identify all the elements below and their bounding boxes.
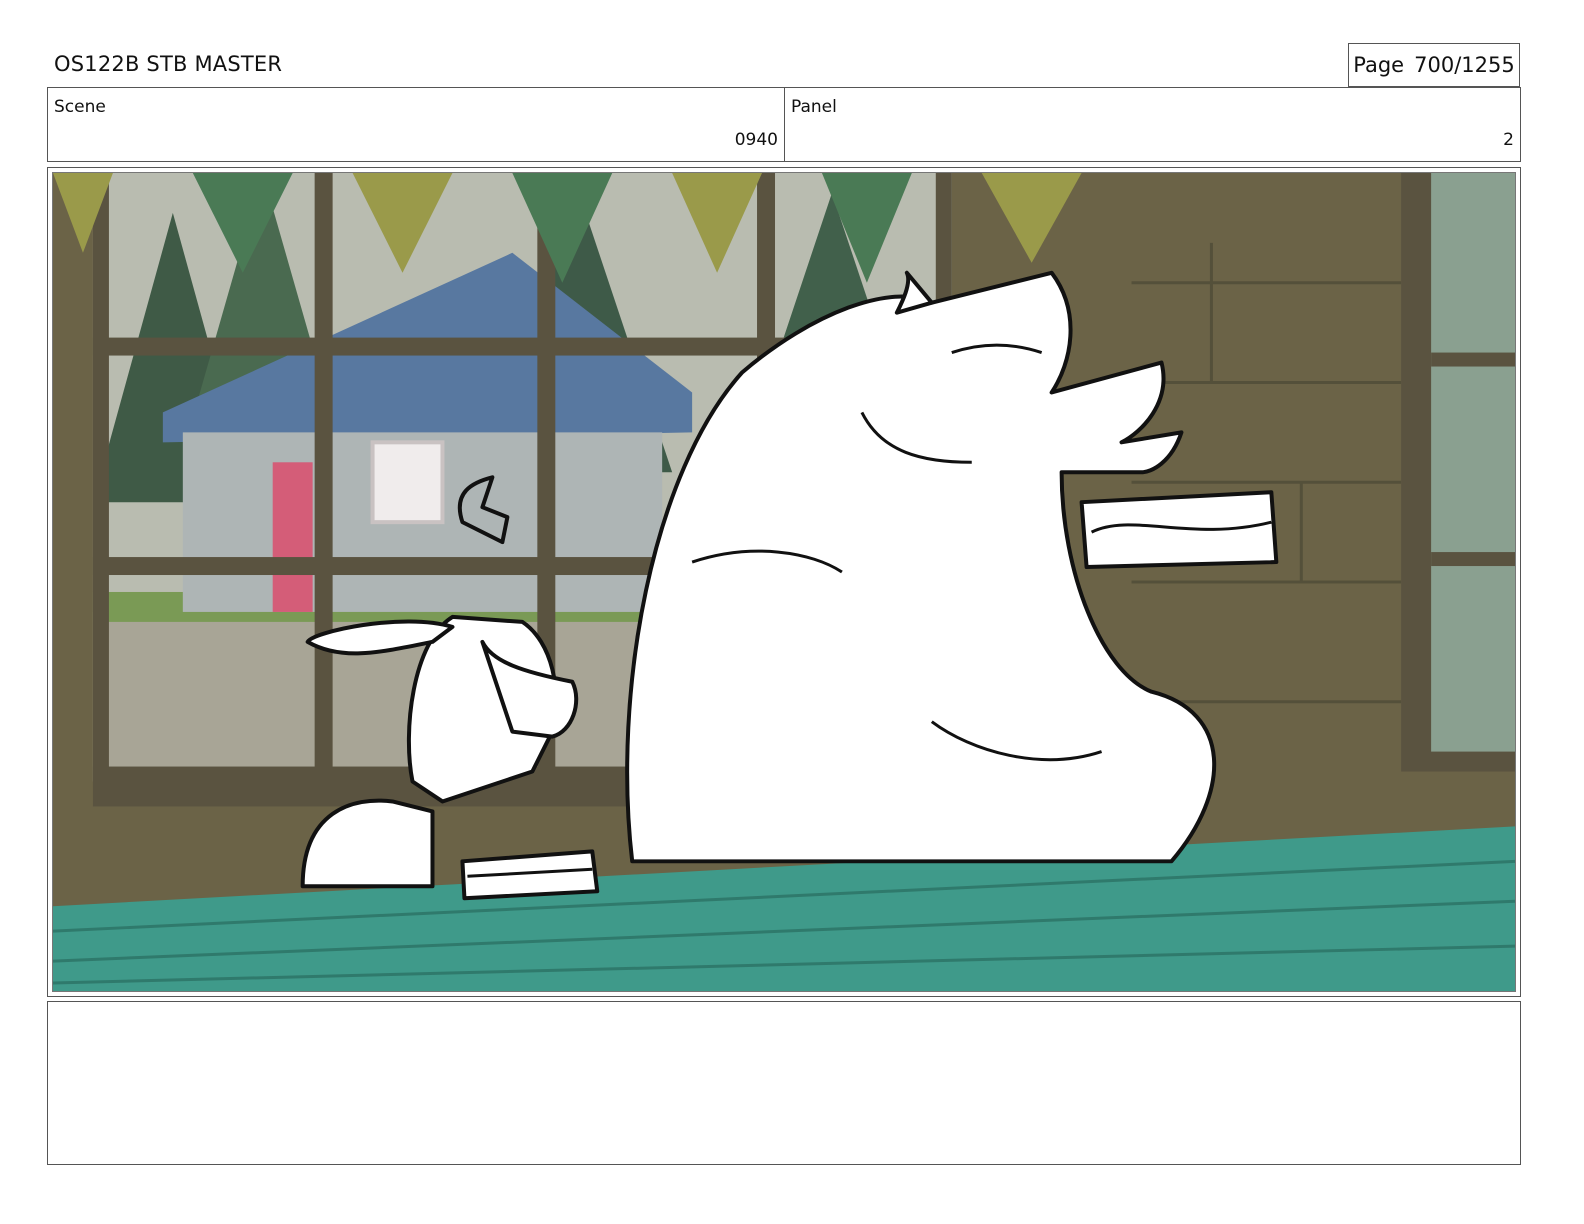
scene-panel-row: Scene 0940 Panel 2 xyxy=(47,87,1521,162)
document-title: OS122B STB MASTER xyxy=(54,52,283,76)
storyboard-image xyxy=(52,172,1516,992)
storyboard-frame xyxy=(47,167,1521,997)
page-label: Page xyxy=(1353,53,1405,77)
scene-cell: Scene 0940 xyxy=(48,88,785,161)
scene-value: 0940 xyxy=(734,130,778,150)
panel-cell: Panel 2 xyxy=(785,88,1520,161)
page-number: 700/1255 xyxy=(1414,53,1515,77)
scene-label: Scene xyxy=(54,97,106,117)
panel-value: 2 xyxy=(1503,130,1514,150)
side-window xyxy=(1401,173,1515,772)
page-indicator: Page 700/1255 xyxy=(1348,43,1520,87)
storyboard-illustration xyxy=(53,173,1515,991)
panel-label: Panel xyxy=(791,97,837,117)
panel-notes-box xyxy=(47,1001,1521,1165)
